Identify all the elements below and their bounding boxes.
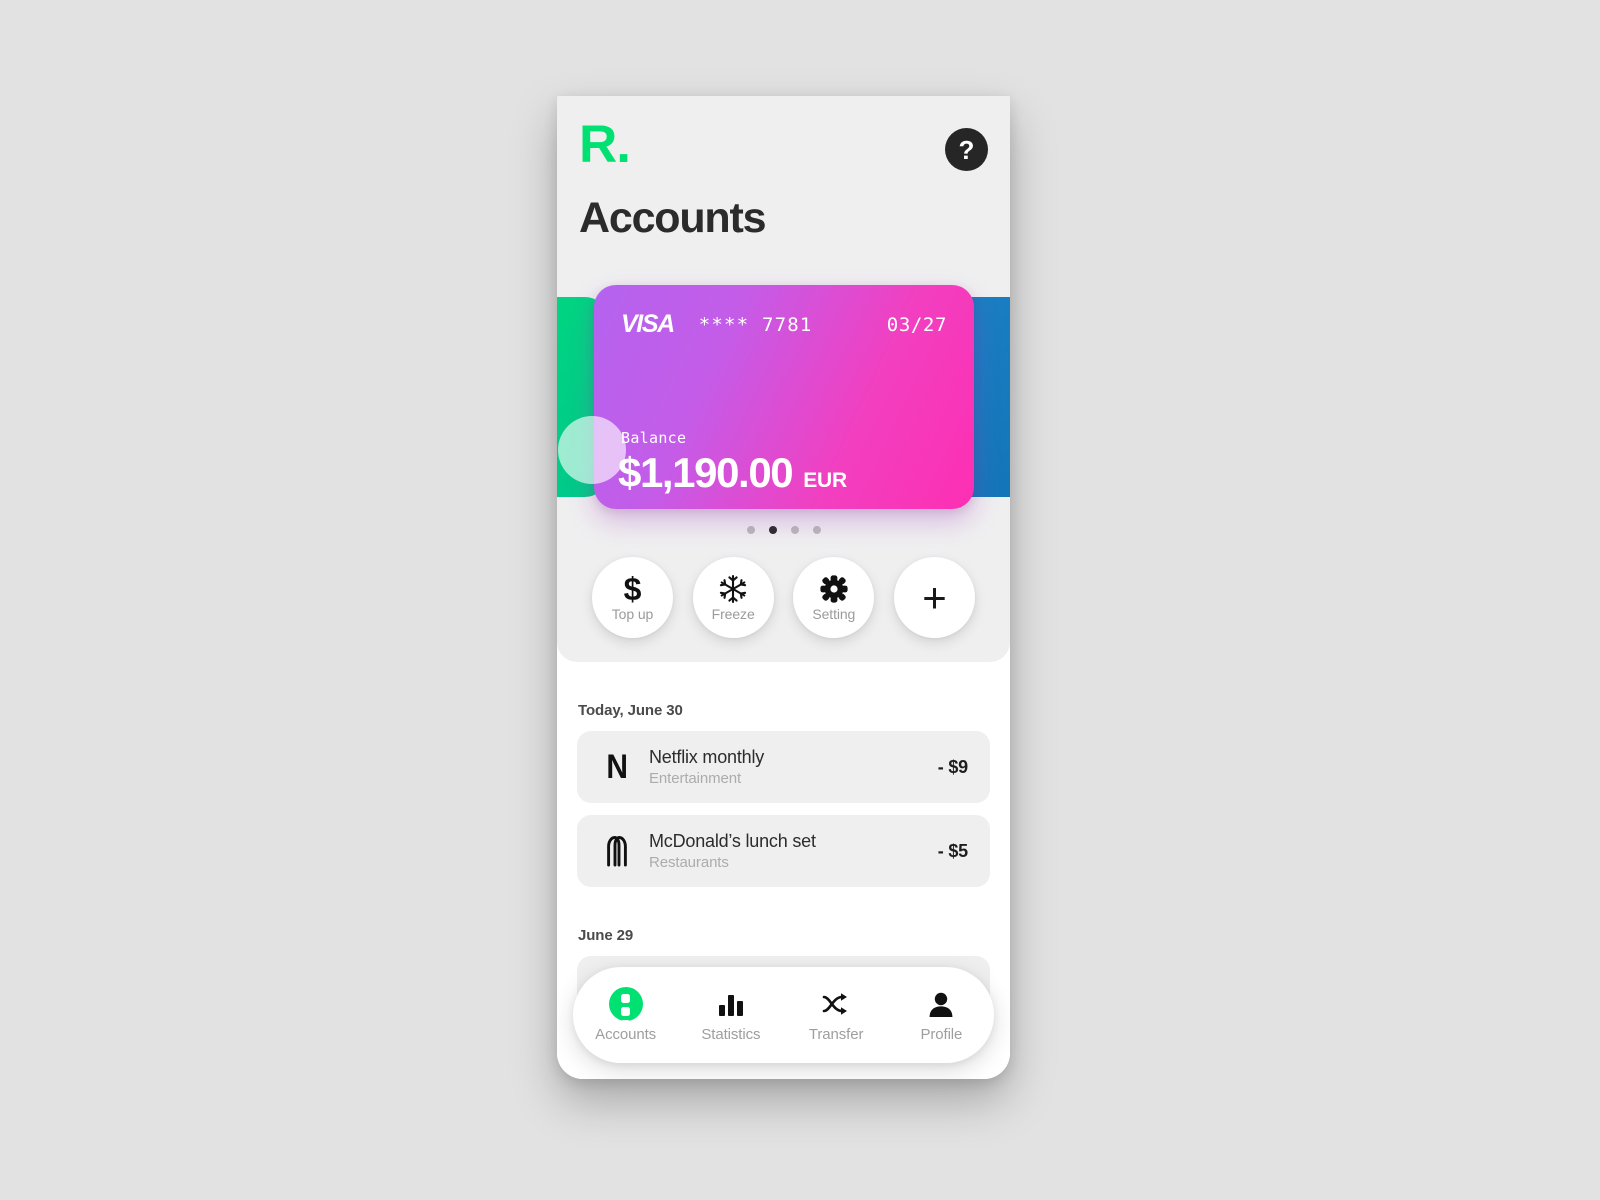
brand-logo: R.	[579, 115, 631, 174]
top-up-label: Top up	[611, 606, 654, 622]
quick-actions: $ Top up Freeze Setting +	[592, 557, 975, 638]
balance-label: Balance	[621, 429, 687, 447]
card-masked-number: **** 7781	[698, 313, 813, 336]
transaction-merchant: McDonald’s lunch set	[649, 831, 816, 851]
gear-icon	[820, 573, 848, 605]
setting-label: Setting	[812, 606, 856, 622]
shuffle-icon	[821, 987, 851, 1021]
transaction-merchant: Netflix monthly	[649, 747, 765, 767]
bar-chart-icon	[717, 987, 745, 1021]
freeze-button[interactable]: Freeze	[692, 557, 774, 638]
transaction-category: Restaurants	[649, 853, 729, 871]
help-icon[interactable]: ?	[945, 128, 988, 171]
brand-row: R. ?	[579, 118, 988, 184]
balance-amount: $1,190.00	[618, 448, 794, 496]
bottom-navigation: Accounts Statistics Transfer Profile	[573, 967, 994, 1063]
phone-frame: Today, June 30 N Netflix monthly Enterta…	[557, 96, 1010, 1079]
nav-item-accounts[interactable]: Accounts	[573, 987, 678, 1043]
transaction-amount: - $9	[937, 756, 968, 777]
carousel-dot[interactable]	[790, 526, 799, 534]
card-top-row: VISA **** 7781 03/27	[621, 310, 947, 339]
transaction-text: Netflix monthly Entertainment	[649, 746, 938, 788]
balance-currency: EUR	[803, 468, 847, 492]
dollar-icon: $	[623, 571, 642, 607]
transaction-text: McDonald’s lunch set Restaurants	[649, 830, 938, 872]
transaction-category: Entertainment	[649, 769, 742, 787]
card-carousel[interactable]: VISA **** 7781 03/27 Balance $1,190.00 E…	[557, 279, 1010, 515]
carousel-dot[interactable]	[812, 526, 821, 534]
transaction-amount: - $5	[937, 840, 968, 861]
snowflake-icon	[718, 573, 748, 605]
top-panel: R. ? Accounts VISA **** 7781 03/27 Balan…	[557, 96, 1010, 662]
carousel-dot[interactable]	[746, 526, 755, 534]
balance-row: $1,190.00 EUR	[618, 448, 847, 496]
transaction-date-header: June 29	[578, 927, 634, 944]
transaction-row-mcdonalds[interactable]: McDonald’s lunch set Restaurants - $5	[577, 815, 990, 887]
carousel-dot-active[interactable]	[768, 526, 777, 534]
nav-item-profile[interactable]: Profile	[889, 987, 994, 1043]
freeze-label: Freeze	[711, 606, 755, 622]
transaction-row-netflix[interactable]: N Netflix monthly Entertainment - $9	[577, 731, 990, 803]
grid-icon	[608, 987, 643, 1042]
nav-label-accounts: Accounts	[595, 1026, 657, 1043]
card-expiry: 03/27	[886, 313, 947, 336]
page-title: Accounts	[579, 194, 767, 242]
plus-icon: +	[922, 573, 947, 621]
setting-button[interactable]: Setting	[793, 557, 875, 638]
transaction-date-header: Today, June 30	[578, 702, 683, 719]
nav-label-statistics: Statistics	[701, 1026, 761, 1043]
add-card-button[interactable]: +	[893, 557, 975, 638]
top-up-button[interactable]: $ Top up	[592, 557, 673, 638]
person-icon	[927, 987, 955, 1021]
nav-item-transfer[interactable]: Transfer	[784, 987, 889, 1043]
nav-item-statistics[interactable]: Statistics	[678, 987, 783, 1043]
nav-label-transfer: Transfer	[808, 1026, 864, 1043]
carousel-pagination[interactable]	[557, 526, 1010, 534]
visa-logo-icon: VISA	[621, 310, 675, 338]
mcdonalds-logo-icon	[599, 835, 635, 867]
nav-label-profile: Profile	[920, 1026, 963, 1043]
card-active[interactable]: VISA **** 7781 03/27 Balance $1,190.00 E…	[594, 285, 974, 509]
netflix-logo-icon: N	[606, 748, 629, 786]
